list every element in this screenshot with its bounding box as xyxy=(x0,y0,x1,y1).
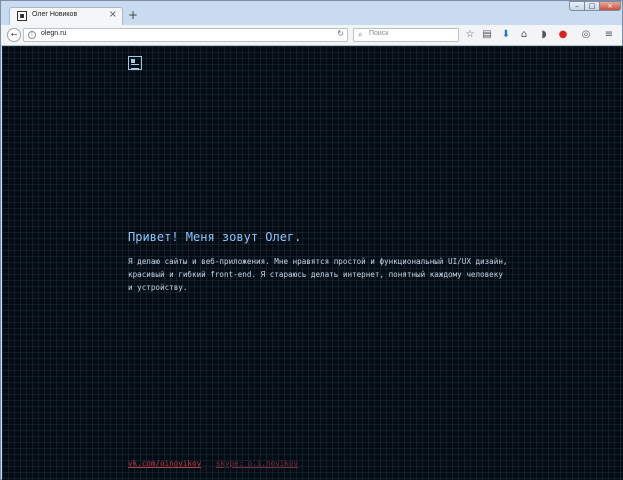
page-content: Привет! Меня зовут Олег. Я делаю сайты и… xyxy=(2,46,623,480)
sync-icon[interactable]: ◎ xyxy=(580,29,592,41)
site-info-icon[interactable]: i xyxy=(28,31,36,39)
bookmark-star-icon[interactable]: ☆ xyxy=(464,29,476,41)
skype-link[interactable]: skype: o.i.novikov xyxy=(216,459,298,468)
maximize-button[interactable]: □ xyxy=(584,1,600,11)
title-bar: Олег Новиков × + – □ × xyxy=(1,1,622,25)
site-logo-icon[interactable] xyxy=(128,56,142,70)
tab-title: Олег Новиков xyxy=(32,11,78,18)
url-text[interactable]: olegn.ru xyxy=(41,30,66,37)
address-bar[interactable]: i olegn.ru ↻ xyxy=(23,28,348,42)
adblock-icon[interactable]: ● xyxy=(557,29,569,41)
bookmarks-menu-icon[interactable]: ▤ xyxy=(481,29,493,41)
vk-link[interactable]: vk.com/oinovikov xyxy=(128,459,201,468)
browser-window: Олег Новиков × + – □ × ← i olegn.ru ↻ ⌕ … xyxy=(0,0,623,480)
new-tab-button[interactable]: + xyxy=(128,9,138,21)
search-icon: ⌕ xyxy=(358,30,363,39)
downloads-icon[interactable]: ⬇ xyxy=(500,29,512,41)
back-button[interactable]: ← xyxy=(7,28,21,42)
browser-tab[interactable]: Олег Новиков × xyxy=(9,7,123,25)
favicon-icon xyxy=(17,11,27,21)
navigation-toolbar: ← i olegn.ru ↻ ⌕ Поиск ☆ ▤ ⬇ ⌂ ◗ ● ◎ ≡ xyxy=(1,25,622,46)
search-input[interactable]: Поиск xyxy=(369,30,388,37)
page-headline: Привет! Меня зовут Олег. xyxy=(128,230,302,244)
tab-close-icon[interactable]: × xyxy=(109,9,117,20)
menu-hamburger-icon[interactable]: ≡ xyxy=(603,29,615,41)
intro-paragraph: Я делаю сайты и веб-приложения. Мне нрав… xyxy=(128,257,508,292)
reload-icon[interactable]: ↻ xyxy=(337,29,344,38)
contact-links: vk.com/oinovikov skype: o.i.novikov xyxy=(128,459,298,468)
pocket-icon[interactable]: ◗ xyxy=(538,29,550,41)
close-window-button[interactable]: × xyxy=(599,1,621,11)
home-icon[interactable]: ⌂ xyxy=(518,29,530,41)
minimize-button[interactable]: – xyxy=(569,1,585,11)
search-bar[interactable]: ⌕ Поиск xyxy=(353,28,459,42)
